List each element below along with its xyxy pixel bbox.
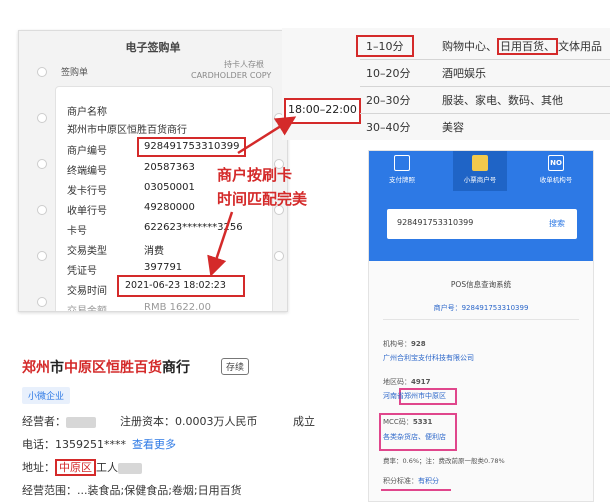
license-icon [394,155,410,171]
arrow-down-icon [207,211,234,277]
pos-topbar: 支付牌照 小票商户号 NO 收单机构号 [369,151,593,191]
status-badge: 存续 [221,358,250,375]
mcc-line: MCC码：5331 [383,417,432,427]
system-title: POS信息查询系统 [450,280,512,289]
divider [383,319,579,320]
overlay-line-1: 商户按刷卡 [217,166,293,184]
pos-query-panel: 支付牌照 小票商户号 NO 收单机构号 928491753310399 搜索 P… [368,150,594,502]
merchant-no-label: 商户号： [433,304,462,312]
name-part: 郑州 [22,360,50,376]
phone-label: 电话： [22,438,55,451]
arrow-up-icon [237,116,297,155]
address-tail: 工人 [96,461,118,474]
org-no-value: 928 [411,340,426,348]
merchant-no-value: 928491753310399 [461,304,529,312]
tab-license[interactable]: 支付牌照 [375,155,429,184]
tag-badge: 小微企业 [22,387,71,404]
mcc-name: 各类杂货店、便利店 [383,433,446,441]
company-card: 郑州市中原区恒胜百货商行 存续 小微企业 经营者： 注册资本：0.0003万人民… [10,345,362,500]
legal-rep-line: 经营者： [22,413,96,429]
points-underline [381,489,451,491]
search-box: 928491753310399 搜索 [387,209,577,239]
org-name: 广州合利宝支付科技有限公司 [383,354,474,362]
mcc-code: 5331 [412,418,433,426]
name-part: 市 [50,360,64,376]
area-code-label: 地区码： [383,378,411,386]
address-highlight: 中原区 [55,459,96,476]
org-no-line: 机构号：928 [383,339,426,349]
tab-merchant-no[interactable]: 小票商户号 [453,151,507,191]
points-line: 积分标准：有积分 [383,476,439,486]
area-code-line: 地区码：4917 [383,377,430,387]
address-line: 地址： 中原区 工人 [22,459,142,476]
area-code-value: 4917 [411,378,431,386]
name-part: 中原区 [64,360,106,376]
search-input[interactable]: 928491753310399 [397,218,473,227]
overlay-caption: 商户按刷卡 时间匹配完美 [217,163,367,211]
tab-label: 收单机构号 [539,176,573,184]
merchant-icon [472,155,488,171]
company-name: 郑州市中原区恒胜百货商行 [22,357,190,377]
area-name: 河南省郑州市中原区 [383,392,446,400]
search-button[interactable]: 搜索 [549,218,565,229]
tab-label: 支付牌照 [389,176,415,184]
phone-more-link[interactable]: 查看更多 [132,436,176,452]
points-label: 积分标准： [383,477,418,485]
scope-line: 经营范围：...装食品;保健食品;卷烟;日用百货 [22,482,242,498]
established-label: 成立 [293,415,315,428]
phone-line: 电话：1359251**** [22,436,126,452]
org-no-label: 机构号： [383,340,411,348]
overlay-line-2: 时间匹配完美 [217,190,308,208]
scope-value: ...装食品;保健食品;卷烟;日用百货 [77,484,242,497]
name-part: 恒胜百货 [106,360,162,376]
blurred-text [118,462,142,474]
rate-text: 费率：0.6%；注：费改前原一般类0.78% [383,457,505,465]
merchant-no-line: 商户号：928491753310399 [369,303,593,313]
mcc-label: MCC码： [383,418,413,426]
reg-capital: 注册资本：0.0003万人民币 [120,415,258,428]
search-area: 928491753310399 搜索 [369,191,593,261]
blurred-text [66,416,96,428]
legal-rep-label: 经营者： [22,415,66,428]
points-value: 有积分 [418,477,439,485]
tab-label: 小票商户号 [463,176,497,184]
name-part: 商行 [162,360,190,376]
address-label: 地址： [22,461,55,474]
no-icon: NO [548,155,564,171]
scope-label: 经营范围： [22,484,77,497]
tab-org-no[interactable]: NO 收单机构号 [529,155,583,184]
phone-value: 1359251**** [55,438,126,451]
